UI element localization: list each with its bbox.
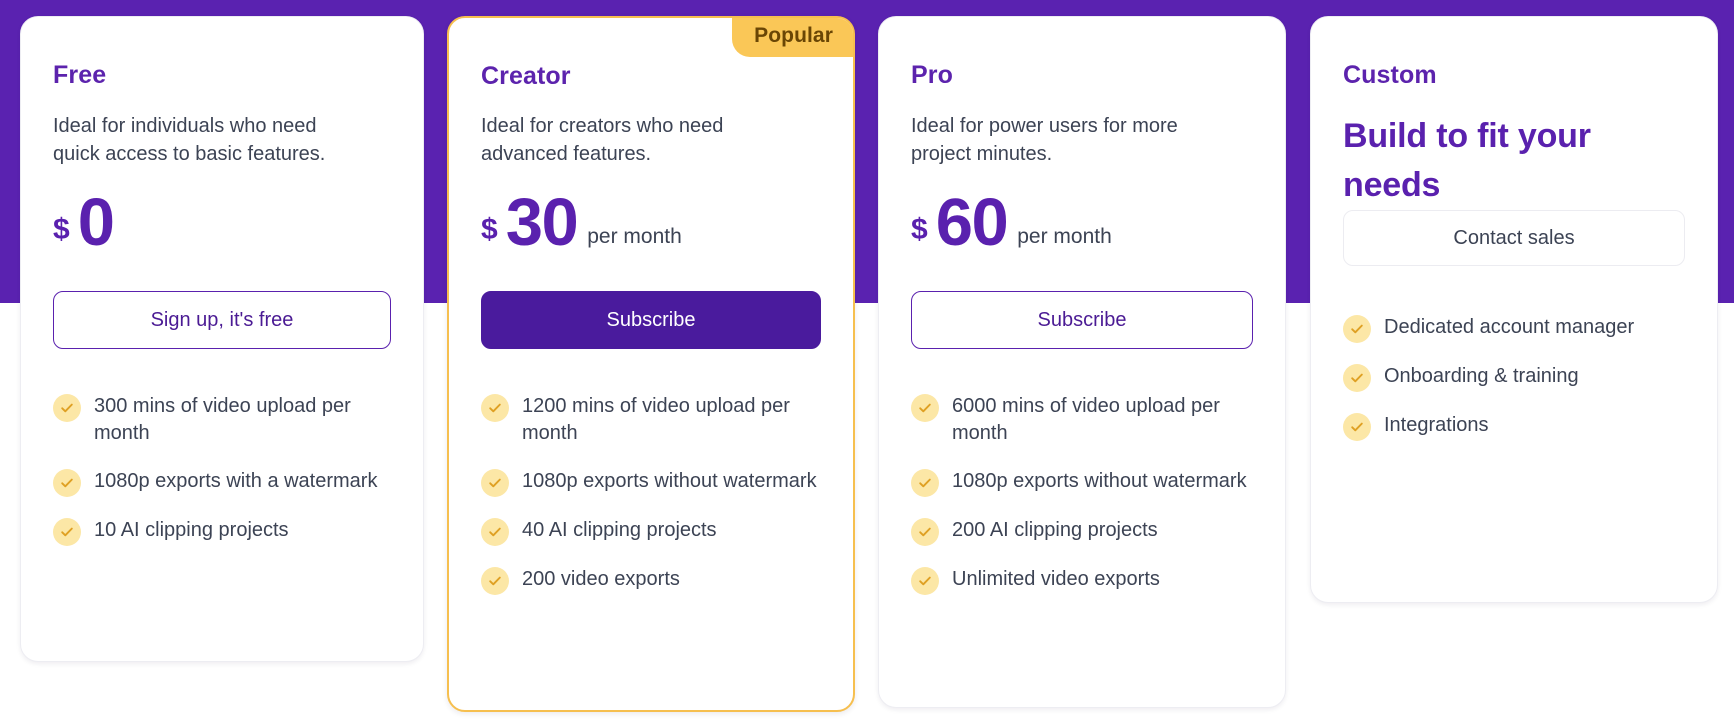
pricing-card-creator: Popular Creator Ideal for creators who nee…	[447, 16, 855, 712]
cta-button-free[interactable]: Sign up, it's free	[53, 290, 391, 349]
currency-symbol: $	[911, 212, 928, 246]
currency-symbol: $	[481, 212, 498, 246]
feature-item: 1080p exports with a watermark	[53, 468, 391, 497]
feature-item: 6000 mins of video upload per month	[911, 393, 1253, 448]
feature-item: 200 video exports	[481, 566, 821, 595]
check-icon	[481, 566, 509, 595]
plan-headline-custom: Build to fit your needs	[1343, 117, 1591, 204]
check-icon	[1343, 412, 1371, 441]
feature-item: 1200 mins of video upload per month	[481, 393, 821, 448]
plan-description-creator: Ideal for creators who need advanced fea…	[481, 115, 724, 166]
feature-item: Unlimited video exports	[911, 566, 1253, 595]
check-icon	[911, 517, 939, 546]
check-icon	[481, 393, 509, 422]
check-icon	[481, 468, 509, 497]
pricing-card-custom: Custom Build to fit your needs Contact sal…	[1310, 16, 1718, 603]
cta-button-creator[interactable]: Subscribe	[481, 290, 821, 349]
check-icon	[53, 517, 81, 546]
check-icon	[911, 566, 939, 595]
plan-name-creator: Creator	[481, 62, 571, 90]
card-body-free: Free Ideal for individuals who need quick…	[21, 17, 423, 661]
feature-label: 200 video exports	[522, 567, 680, 590]
feature-list-creator: 1200 mins of video upload per month 1080p…	[481, 393, 821, 595]
card-body-pro: Pro Ideal for power users for more projec…	[879, 17, 1285, 707]
plan-name-pro: Pro	[911, 61, 953, 89]
feature-label: 1080p exports without watermark	[522, 469, 817, 492]
feature-label: Dedicated account manager	[1384, 315, 1635, 338]
plan-description-free: Ideal for individuals who need quick acc…	[53, 115, 326, 166]
pricing-card-pro: Pro Ideal for power users for more projec…	[878, 16, 1286, 708]
feature-list-free: 300 mins of video upload per month 1080p …	[53, 393, 391, 546]
price-period: per month	[587, 224, 682, 248]
currency-symbol: $	[53, 212, 70, 246]
check-icon	[911, 393, 939, 422]
price-amount: 0	[77, 184, 115, 260]
feature-label: 1080p exports without watermark	[952, 469, 1247, 492]
price-amount: 30	[505, 184, 579, 260]
check-icon	[911, 468, 939, 497]
check-icon	[1343, 363, 1371, 392]
feature-item: 300 mins of video upload per month	[53, 393, 391, 448]
check-icon	[1343, 314, 1371, 343]
feature-label: Integrations	[1384, 413, 1489, 436]
check-icon	[53, 468, 81, 497]
feature-item: Onboarding & training	[1343, 363, 1685, 392]
plan-description-pro: Ideal for power users for more project m…	[911, 115, 1178, 166]
price-row-pro: $60 per month	[911, 189, 1253, 263]
check-icon	[53, 393, 81, 422]
feature-label: 40 AI clipping projects	[522, 518, 717, 541]
feature-label: Onboarding & training	[1384, 364, 1579, 387]
feature-label: 200 AI clipping projects	[952, 518, 1158, 541]
feature-label: 6000 mins of video upload per month	[952, 394, 1220, 445]
pricing-card-free: Free Ideal for individuals who need quick…	[20, 16, 424, 662]
feature-item: 10 AI clipping projects	[53, 517, 391, 546]
feature-label: 1200 mins of video upload per month	[522, 394, 790, 445]
cta-button-pro[interactable]: Subscribe	[911, 290, 1253, 349]
plan-name-free: Free	[53, 61, 107, 89]
feature-item: 1080p exports without watermark	[911, 468, 1253, 497]
feature-label: 300 mins of video upload per month	[94, 394, 351, 445]
feature-item: 200 AI clipping projects	[911, 517, 1253, 546]
price-amount: 60	[935, 184, 1009, 260]
feature-item: Dedicated account manager	[1343, 314, 1685, 343]
pricing-cards-container: Free Ideal for individuals who need quick…	[0, 0, 1734, 728]
feature-label: Unlimited video exports	[952, 567, 1160, 590]
feature-list-pro: 6000 mins of video upload per month 1080p…	[911, 393, 1253, 595]
card-body-custom: Custom Build to fit your needs Contact sal…	[1311, 17, 1717, 602]
feature-list-custom: Dedicated account manager Onboarding & tr…	[1343, 314, 1685, 441]
cta-button-custom[interactable]: Contact sales	[1343, 209, 1685, 266]
popular-badge: Popular	[732, 18, 853, 57]
feature-item: 1080p exports without watermark	[481, 468, 821, 497]
plan-name-custom: Custom	[1343, 61, 1437, 89]
feature-item: 40 AI clipping projects	[481, 517, 821, 546]
price-row-free: $0	[53, 189, 391, 263]
price-period: per month	[1017, 224, 1112, 248]
card-body-creator: Popular Creator Ideal for creators who nee…	[449, 18, 853, 710]
check-icon	[481, 517, 509, 546]
price-row-creator: $30 per month	[481, 189, 821, 263]
feature-item: Integrations	[1343, 412, 1685, 441]
feature-label: 10 AI clipping projects	[94, 518, 289, 541]
feature-label: 1080p exports with a watermark	[94, 469, 378, 492]
